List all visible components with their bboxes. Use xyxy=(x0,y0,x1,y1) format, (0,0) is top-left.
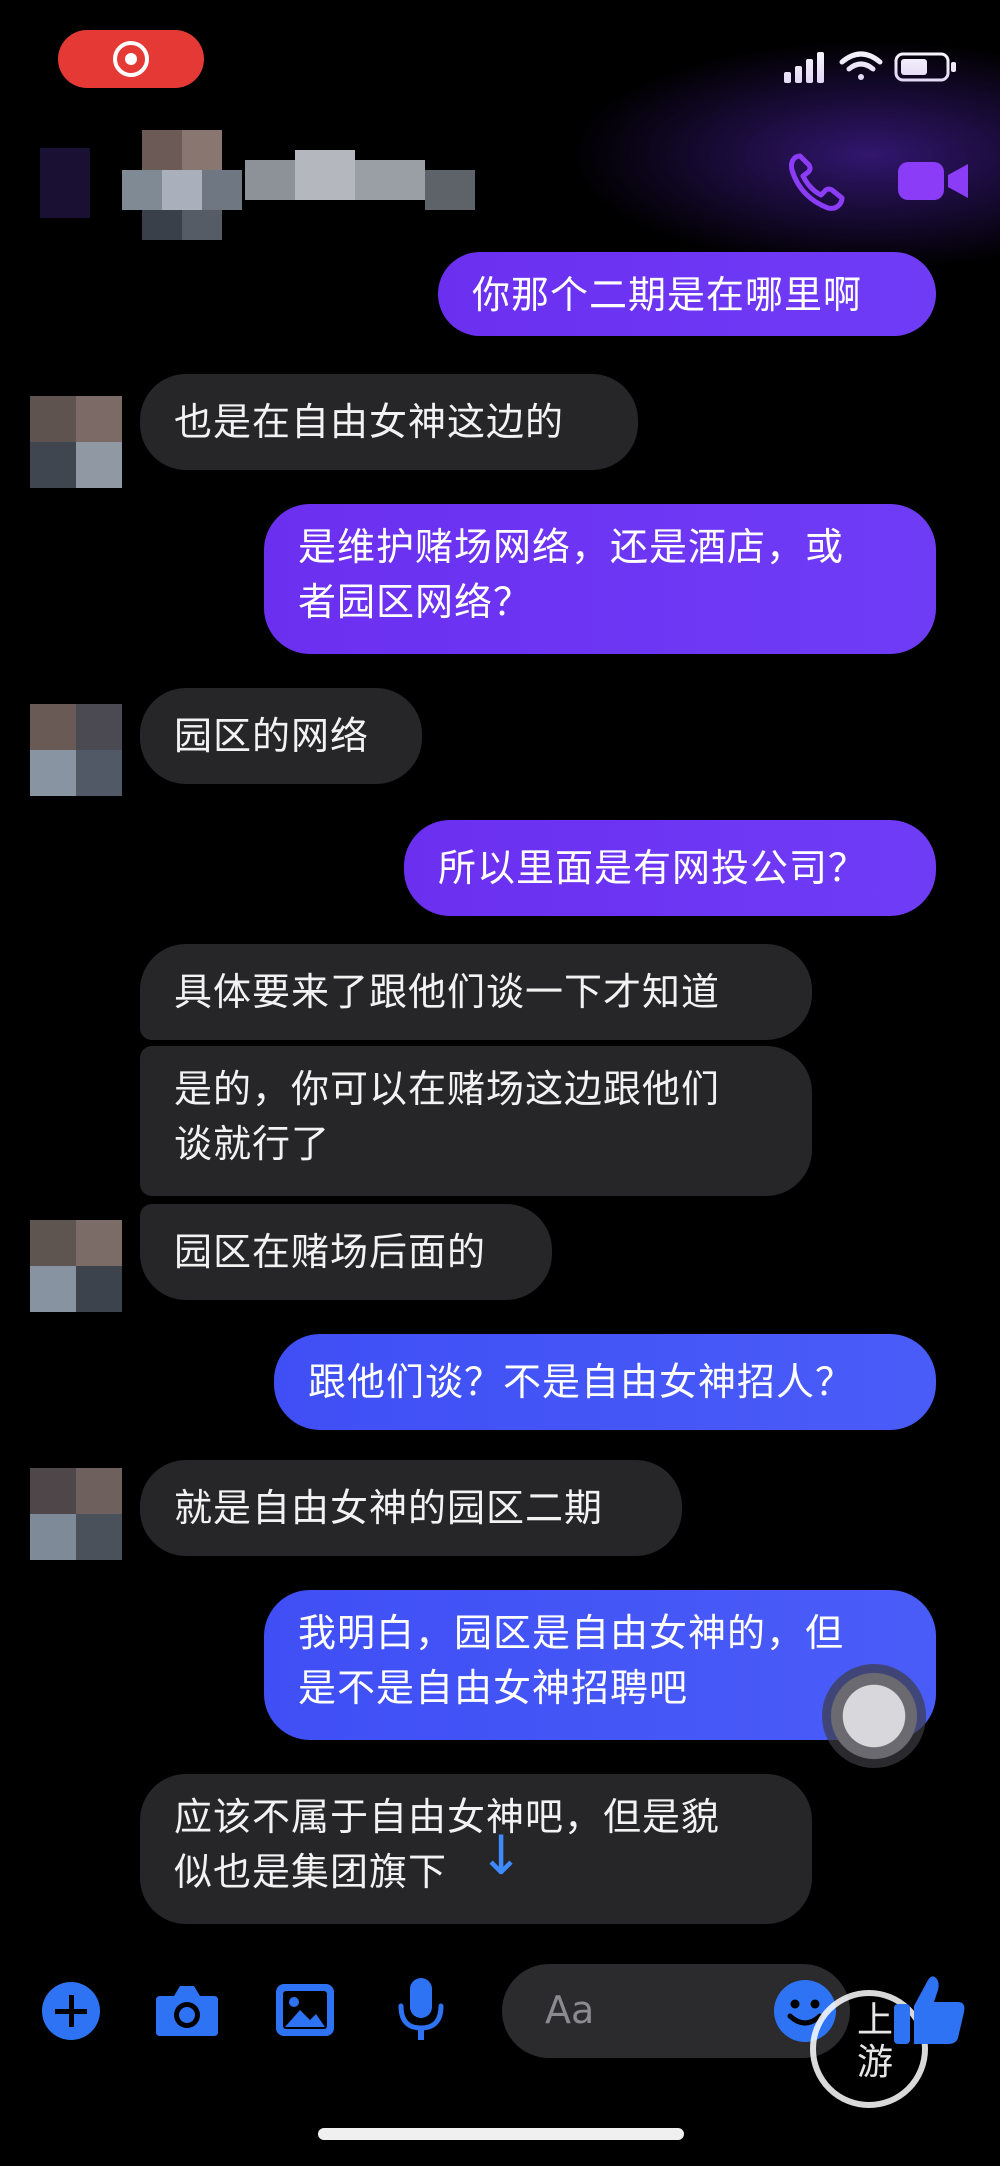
arrow-down-icon[interactable]: ↓ xyxy=(478,1826,524,1886)
contact-avatar[interactable] xyxy=(122,130,242,240)
message-bubble-received[interactable]: 园区的网络 xyxy=(140,688,422,784)
assistive-touch-icon[interactable] xyxy=(822,1664,926,1768)
screen-record-icon xyxy=(113,41,149,77)
contact-name[interactable] xyxy=(245,150,475,220)
message-bubble-received[interactable]: 也是在自由女神这边的 xyxy=(140,374,638,470)
message-bubble-received[interactable]: 园区在赌场后面的 xyxy=(140,1204,552,1300)
image-icon[interactable] xyxy=(274,1982,336,2038)
plus-icon[interactable] xyxy=(42,1982,100,2040)
home-indicator[interactable] xyxy=(318,2128,684,2140)
message-bubble-sent[interactable]: 跟他们谈？不是自由女神招人？ xyxy=(274,1334,936,1430)
camera-icon[interactable] xyxy=(154,1982,220,2038)
message-bubble-sent[interactable]: 你那个二期是在哪里啊 xyxy=(438,252,936,336)
message-bubble-received[interactable]: 就是自由女神的园区二期 xyxy=(140,1460,682,1556)
message-bubble-received[interactable]: 是的，你可以在赌场这边跟他们 谈就行了 xyxy=(140,1046,812,1196)
back-button[interactable] xyxy=(40,148,90,218)
contact-avatar[interactable] xyxy=(30,1220,122,1312)
phone-icon[interactable] xyxy=(786,150,846,212)
microphone-icon[interactable] xyxy=(396,1976,446,2044)
thumbs-up-icon[interactable] xyxy=(890,1970,970,2050)
message-bubble-sent[interactable]: 所以里面是有网投公司？ xyxy=(404,820,936,916)
video-camera-icon[interactable] xyxy=(896,158,970,204)
contact-avatar[interactable] xyxy=(30,704,122,796)
contact-avatar[interactable] xyxy=(30,396,122,488)
contact-avatar[interactable] xyxy=(30,1468,122,1560)
message-input-placeholder: Aa xyxy=(545,1988,595,2032)
message-bubble-sent[interactable]: 是维护赌场网络，还是酒店，或 者园区网络？ xyxy=(264,504,936,654)
message-bubble-received[interactable]: 具体要来了跟他们谈一下才知道 xyxy=(140,944,812,1040)
header-background-glow xyxy=(570,40,1000,270)
message-bubble-received[interactable]: 应该不属于自由女神吧，但是貌 似也是集团旗下 xyxy=(140,1774,812,1924)
